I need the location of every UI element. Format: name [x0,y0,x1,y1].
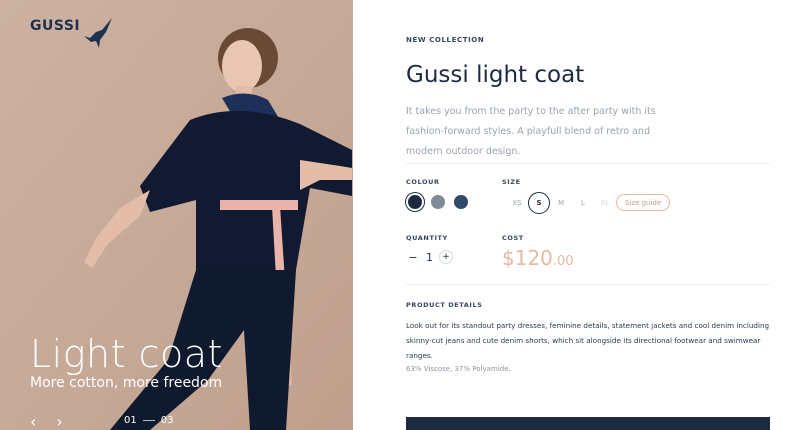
product-materials: 63% Viscose, 37% Polyamide. [406,365,511,373]
size-option-m[interactable]: M [550,192,572,214]
divider [406,284,770,285]
pager-current: 01 [124,415,137,426]
price-main: $120 [502,246,553,270]
chevron-right-icon[interactable]: › [56,412,62,430]
price-cents: .00 [552,254,574,269]
details-label: PRODUCT DETAILS [406,301,483,309]
colour-label: COLOUR [406,178,440,186]
hero-title: Light coat [30,332,223,376]
quantity-label: QUANTITY [406,234,448,242]
quantity-increase-button[interactable]: + [439,250,453,264]
product-description: It takes you from the party to the after… [406,106,656,157]
quantity-value[interactable]: 1 [426,251,433,264]
hero-banner: GUSSI Light coat More cotton, more freed… [0,0,353,430]
brand-name: GUSSI [30,18,81,34]
product-panel: NEW COLLECTION Gussi light coat It takes… [406,0,770,430]
size-option-xl[interactable]: XL [594,192,616,214]
size-option-s[interactable]: S [528,192,550,214]
product-details-text: Look out for its standout party dresses,… [406,321,770,360]
size-label: SIZE [502,178,521,186]
cost-label: COST [502,234,524,242]
size-option-l[interactable]: L [572,192,594,214]
bird-icon [84,18,113,48]
product-price: $120.00 [502,246,574,270]
size-option-xs[interactable]: XS [506,192,528,214]
quantity-decrease-button[interactable]: − [406,250,420,264]
product-title: Gussi light coat [406,62,585,88]
pager-total: 03 [160,415,174,426]
colour-swatch-blue[interactable] [454,195,468,209]
pager-divider [142,420,155,421]
slide-pager: 01 03 [124,415,173,426]
size-selector: XS S M L XL [506,192,616,214]
add-to-cart-button[interactable] [406,417,770,430]
quantity-stepper: − 1 + [406,250,453,264]
hero-subtitle: More cotton, more freedom [30,375,223,391]
colour-swatch-grey[interactable] [431,195,445,209]
size-guide-button[interactable]: Size guide [616,194,671,211]
chevron-left-icon[interactable]: ‹ [30,412,36,430]
divider [406,163,770,164]
hero-navigation: ‹ › [30,412,63,430]
collection-eyebrow: NEW COLLECTION [406,36,485,44]
brand-logo[interactable]: GUSSI [30,16,114,50]
colour-swatch-navy[interactable] [408,195,422,209]
